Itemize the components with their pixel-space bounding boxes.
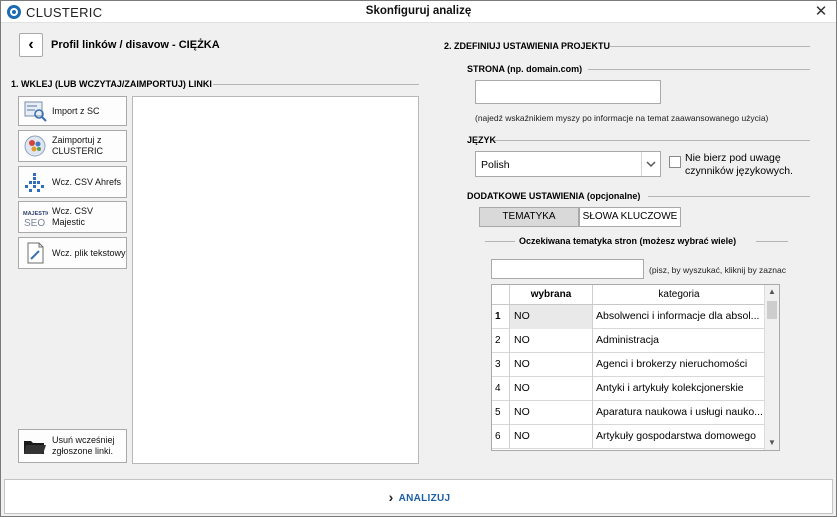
row-number: 2 xyxy=(492,329,510,353)
row-number: 6 xyxy=(492,425,510,449)
settings-section-label: 2. ZDEFINIUJ USTAWIENIA PROJEKTU xyxy=(444,41,611,51)
majestic-seo-icon: MAJESTIC SEO xyxy=(22,204,51,230)
text-file-icon xyxy=(22,240,48,266)
search-console-icon xyxy=(22,98,48,124)
chevron-down-icon xyxy=(641,152,660,176)
row-selected-value[interactable]: NO xyxy=(510,329,593,353)
table-row[interactable]: 6 NO Artykuły gospodarstwa domowego xyxy=(492,425,765,449)
table-row[interactable]: 1 NO Absolwenci i informacje dla absol..… xyxy=(492,305,765,329)
site-hint: (najedź wskaźnikiem myszy po informacje … xyxy=(475,113,769,123)
row-category: Agenci i brokerzy nieruchomości xyxy=(596,358,748,370)
svg-text:SEO: SEO xyxy=(24,218,45,229)
text-file-label: Wcz. plik tekstowy xyxy=(52,247,126,258)
language-selected-value: Polish xyxy=(481,159,510,171)
language-label: JĘZYK xyxy=(467,135,497,145)
svg-text:MAJESTIC: MAJESTIC xyxy=(23,211,48,217)
chevron-right-icon: › xyxy=(388,489,394,505)
site-input[interactable] xyxy=(475,80,661,104)
divider xyxy=(213,84,419,85)
back-button[interactable]: ‹ xyxy=(19,33,43,57)
remove-reported-links-label: Usuń wcześniej zgłoszone linki. xyxy=(52,435,115,456)
analyze-label: ANALIZUJ xyxy=(398,493,451,504)
row-category: Absolwenci i informacje dla absol... xyxy=(596,310,760,322)
row-number-header xyxy=(492,285,510,305)
topics-table: wybrana kategoria 1 NO Absolwenci i info… xyxy=(491,284,780,451)
import-clusteric-button[interactable]: Zaimportuj z CLUSTERIC xyxy=(18,130,127,162)
topic-label: Oczekiwana tematyka stron (możesz wybrać… xyxy=(519,236,737,246)
row-category: Administracja xyxy=(596,334,660,346)
csv-majestic-label: Wcz. CSV Majestic xyxy=(52,206,94,227)
divider xyxy=(756,241,788,242)
divider xyxy=(494,140,810,141)
remove-reported-links-button[interactable]: Usuń wcześniej zgłoszone linki. xyxy=(18,429,127,463)
tab-keywords[interactable]: SŁOWA KLUCZOWE xyxy=(579,207,681,227)
row-category: Aparatura naukowa i usługi nauko... xyxy=(596,406,763,418)
row-selected-value[interactable]: NO xyxy=(510,425,593,449)
csv-majestic-button[interactable]: MAJESTIC SEO Wcz. CSV Majestic xyxy=(18,201,127,233)
title-bar: CLUSTERIC Skonfiguruj analizę ✕ xyxy=(1,1,836,23)
row-number: 1 xyxy=(492,305,510,329)
folder-icon xyxy=(22,433,48,459)
topic-search-input[interactable] xyxy=(491,259,644,279)
ignore-language-label: Nie bierz pod uwagę czynników językowych… xyxy=(685,152,793,177)
csv-ahrefs-label: Wcz. CSV Ahrefs xyxy=(52,176,122,187)
row-number: 4 xyxy=(492,377,510,401)
import-clusteric-label: Zaimportuj z CLUSTERIC xyxy=(52,135,104,156)
table-row[interactable]: 5 NO Aparatura naukowa i usługi nauko... xyxy=(492,401,765,425)
csv-ahrefs-button[interactable]: Wcz. CSV Ahrefs xyxy=(18,166,127,198)
analyze-button[interactable]: › ANALIZUJ xyxy=(4,479,833,514)
window-title: Skonfiguruj analizę xyxy=(365,5,472,17)
links-textarea[interactable] xyxy=(132,96,419,464)
ignore-language-checkbox[interactable] xyxy=(669,156,681,168)
tab-topics[interactable]: TEMATYKA xyxy=(479,207,579,227)
row-category: Artykuły gospodarstwa domowego xyxy=(596,430,756,442)
ahrefs-dots-icon xyxy=(22,169,48,195)
links-section-label: 1. WKLEJ (LUB WCZYTAJ/ZAIMPORTUJ) LINKI xyxy=(11,79,212,89)
import-sc-label: Import z SC xyxy=(52,105,100,116)
topic-search-hint: (pisz, by wyszukać, kliknij by zaznac xyxy=(649,265,786,275)
scroll-thumb[interactable] xyxy=(767,301,777,319)
extra-settings-label: DODATKOWE USTAWIENIA (opcjonalne) xyxy=(467,191,641,201)
profile-title: Profil linków / disavow - CIĘŻKA xyxy=(51,39,220,51)
scroll-down-icon[interactable]: ▼ xyxy=(765,436,779,450)
table-row[interactable]: 3 NO Agenci i brokerzy nieruchomości xyxy=(492,353,765,377)
close-button[interactable]: ✕ xyxy=(812,3,830,21)
selected-column-header[interactable]: wybrana xyxy=(510,285,593,305)
divider xyxy=(485,241,515,242)
row-selected-value[interactable]: NO xyxy=(510,377,593,401)
analyze-button-content: › ANALIZUJ xyxy=(5,489,834,505)
category-column-header[interactable]: kategoria xyxy=(593,285,765,305)
divider xyxy=(588,69,810,70)
language-select[interactable]: Polish xyxy=(475,151,661,177)
table-row[interactable]: 2 NO Administracja xyxy=(492,329,765,353)
table-row[interactable]: 4 NO Antyki i artykuły kolekcjonerskie xyxy=(492,377,765,401)
site-label: STRONA (np. domain.com) xyxy=(467,64,583,74)
row-category: Antyki i artykuły kolekcjonerskie xyxy=(596,382,744,394)
row-number: 5 xyxy=(492,401,510,425)
row-selected-value[interactable]: NO xyxy=(510,401,593,425)
row-selected-value[interactable]: NO xyxy=(510,305,593,329)
row-number: 3 xyxy=(492,353,510,377)
table-scrollbar[interactable]: ▲ ▼ xyxy=(764,285,779,450)
divider xyxy=(610,46,810,47)
scroll-up-icon[interactable]: ▲ xyxy=(765,285,779,299)
dialog-window: CLUSTERIC Skonfiguruj analizę ✕ ‹ Profil… xyxy=(0,0,837,517)
divider xyxy=(648,196,810,197)
row-selected-value[interactable]: NO xyxy=(510,353,593,377)
clusteric-logo-icon xyxy=(22,133,48,159)
import-sc-button[interactable]: Import z SC xyxy=(18,96,127,126)
text-file-button[interactable]: Wcz. plik tekstowy xyxy=(18,237,127,269)
